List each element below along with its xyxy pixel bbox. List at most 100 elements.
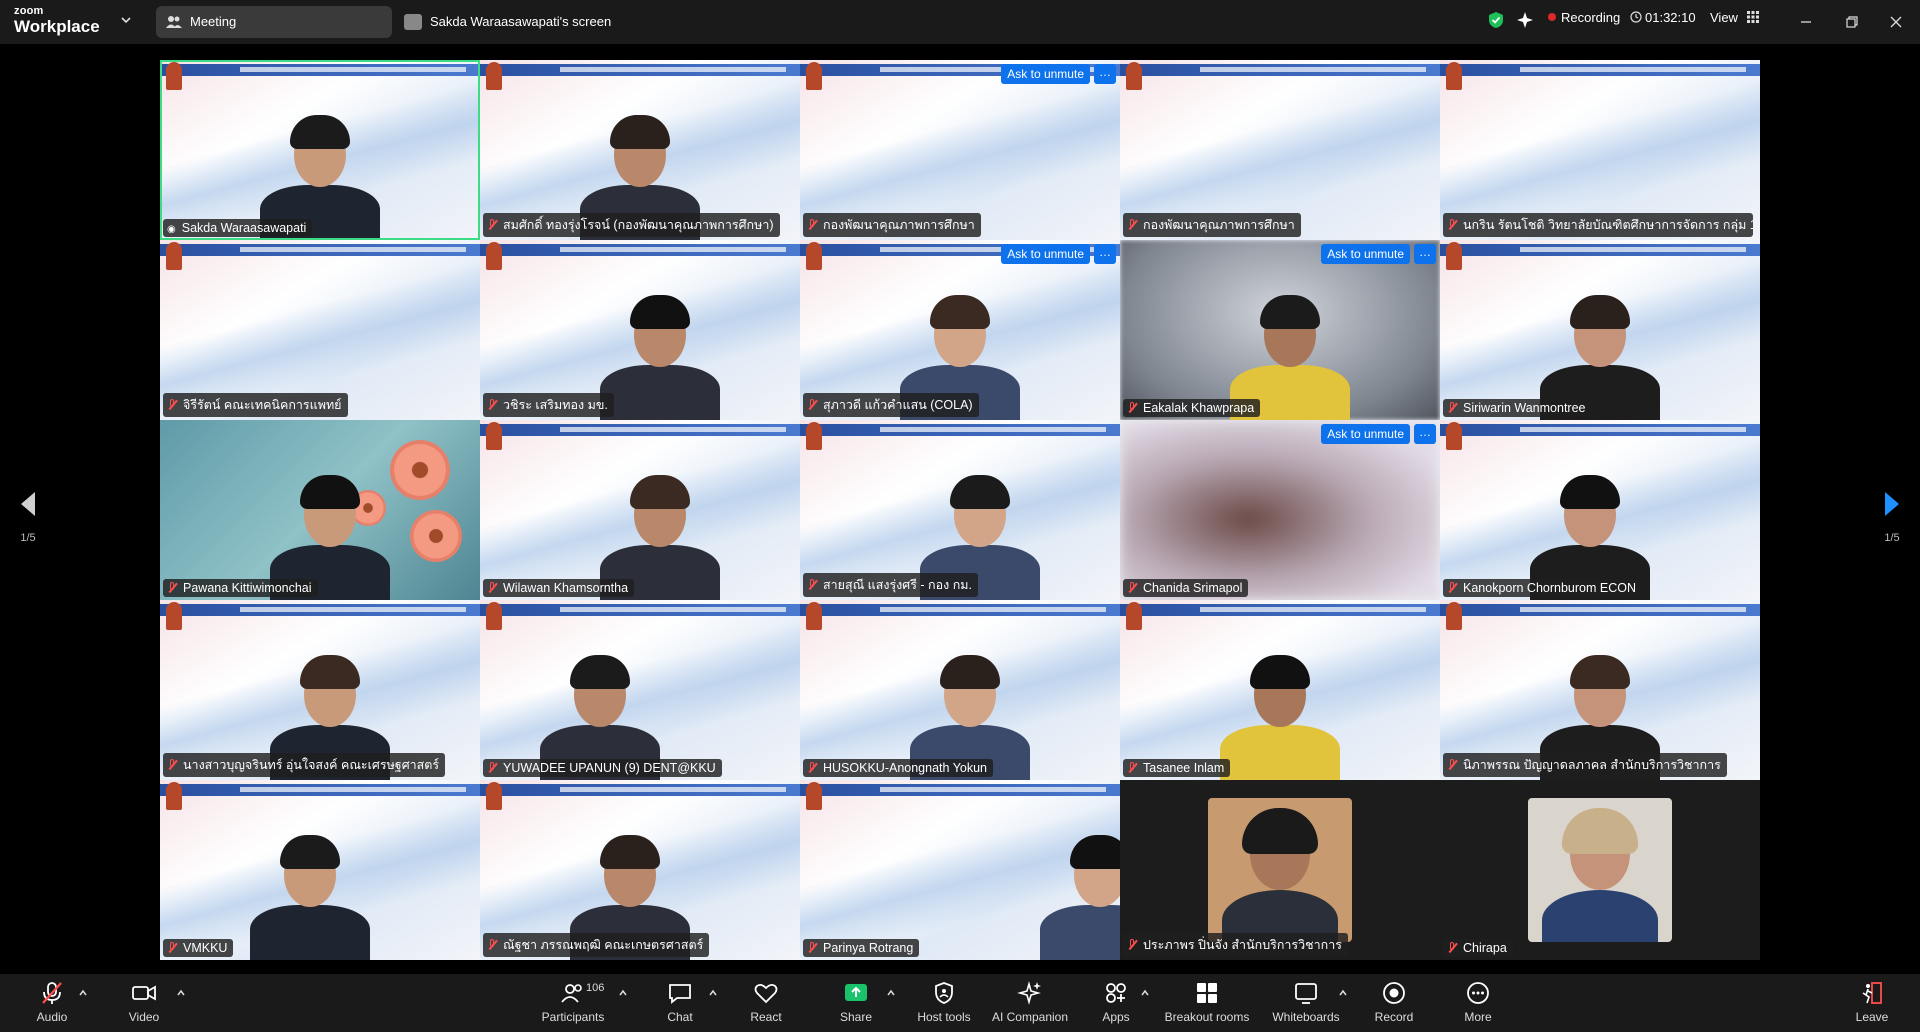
- participant-name: Tasanee Inlam: [1143, 761, 1225, 775]
- participant-name: นิภาพรรณ ปัญญาดลภาคล สำนักบริการวิชาการ: [1463, 758, 1721, 772]
- video-tile[interactable]: YUWADEE UPANUN (9) DENT@KKU: [480, 600, 800, 780]
- video-tile[interactable]: Pawana Kittiwimonchai: [160, 420, 480, 600]
- tile-more-options-icon[interactable]: …: [1094, 244, 1116, 264]
- recording-status[interactable]: Recording: [1548, 10, 1620, 30]
- video-tile[interactable]: Siriwarin Wanmontree: [1440, 240, 1760, 420]
- participant-video: [600, 295, 720, 420]
- ai-sparkle-icon[interactable]: [1516, 11, 1534, 29]
- tile-more-options-icon[interactable]: …: [1094, 64, 1116, 84]
- video-tile[interactable]: Ask to unmute… สุภาวดี แก้วคำแสน (COLA): [800, 240, 1120, 420]
- video-tile[interactable]: ประภาพร ปิ่นจัง สำนักบริการวิชาการ: [1120, 780, 1440, 960]
- host-tools-label: Host tools: [917, 1010, 971, 1024]
- participant-name-tag: Kanokporn Chornburom ECON: [1443, 579, 1642, 597]
- timer-value: 01:32:10: [1645, 10, 1696, 25]
- share-options-caret-icon[interactable]: [886, 988, 896, 998]
- video-tile[interactable]: HUSOKKU-Anongnath Yokun: [800, 600, 1120, 780]
- ai-companion-button[interactable]: AI Companion: [990, 980, 1070, 1024]
- video-tile[interactable]: Ask to unmute… Eakalak Khawprapa: [1120, 240, 1440, 420]
- host-tools-button[interactable]: Host tools: [914, 980, 974, 1024]
- video-tile[interactable]: ณัฐชา ภรรณพฤฒิ คณะเกษตรศาสตร์: [480, 780, 800, 960]
- participant-name: สุภาวดี แก้วคำแสน (COLA): [823, 398, 973, 412]
- video-tile[interactable]: Parinya Rotrang: [800, 780, 1120, 960]
- chevron-down-icon[interactable]: [120, 14, 132, 26]
- react-label: React: [750, 1010, 782, 1024]
- record-button[interactable]: Record: [1374, 980, 1414, 1024]
- apps-button[interactable]: Apps: [1098, 980, 1134, 1024]
- video-tile[interactable]: สมศักดิ์ ทองรุ่งโรจน์ (กองพัฒนาคุณภาพการ…: [480, 60, 800, 240]
- share-button[interactable]: Share: [836, 980, 876, 1024]
- video-tile[interactable]: Ask to unmute… Chanida Srimapol: [1120, 420, 1440, 600]
- view-button[interactable]: View: [1710, 10, 1759, 30]
- video-tile[interactable]: นิภาพรรณ ปัญญาดลภาคล สำนักบริการวิชาการ: [1440, 600, 1760, 780]
- audio-options-caret-icon[interactable]: [78, 988, 88, 998]
- breakout-rooms-button[interactable]: Breakout rooms: [1162, 980, 1252, 1024]
- breakout-rooms-icon: [1197, 983, 1217, 1003]
- participant-name: กองพัฒนาคุณภาพการศึกษา: [823, 218, 975, 232]
- tab-meeting[interactable]: Meeting: [156, 6, 392, 38]
- apps-options-caret-icon[interactable]: [1140, 988, 1150, 998]
- share-screen-icon: [845, 984, 867, 1001]
- participant-name-tag: Wilawan Khamsorntha: [483, 579, 635, 597]
- mic-muted-icon: [1127, 762, 1137, 774]
- whiteboard-icon: [1295, 983, 1317, 1004]
- chat-button[interactable]: Chat: [662, 980, 698, 1024]
- chat-options-caret-icon[interactable]: [708, 988, 718, 998]
- video-tile[interactable]: สายสุณี แสงรุ่งศรี - กอง กม.: [800, 420, 1120, 600]
- previous-page-button[interactable]: 1/5: [8, 490, 48, 544]
- participant-name-tag: HUSOKKU-Anongnath Yokun: [803, 759, 993, 777]
- zoom-workplace-logo[interactable]: zoom Workplace: [14, 6, 100, 36]
- ask-to-unmute-button[interactable]: Ask to unmute: [1001, 244, 1090, 264]
- mic-muted-icon: [487, 219, 497, 231]
- participant-name-tag: VMKKU: [163, 939, 234, 957]
- video-tile[interactable]: นกริน รัตนโชติ วิทยาลัยบัณฑิตศึกษาการจัด…: [1440, 60, 1760, 240]
- video-button[interactable]: Video: [126, 980, 162, 1024]
- video-camera-icon: [132, 985, 156, 1001]
- leave-button[interactable]: Leave: [1854, 980, 1890, 1024]
- next-page-button[interactable]: 1/5: [1872, 490, 1912, 544]
- video-tile[interactable]: กองพัฒนาคุณภาพการศึกษา: [1120, 60, 1440, 240]
- participant-name: จิรีรัตน์ คณะเทคนิคการแพทย์: [183, 398, 342, 412]
- ask-to-unmute-button[interactable]: Ask to unmute: [1321, 244, 1410, 264]
- video-tile[interactable]: Wilawan Khamsorntha: [480, 420, 800, 600]
- mic-muted-icon: [167, 942, 177, 954]
- tile-more-options-icon[interactable]: …: [1414, 244, 1436, 264]
- mic-muted-icon: [167, 759, 177, 771]
- arrow-left-icon: [21, 492, 35, 516]
- shield-check-icon[interactable]: [1488, 11, 1504, 29]
- mic-muted-icon: [1127, 219, 1137, 231]
- video-options-caret-icon[interactable]: [176, 988, 186, 998]
- leave-label: Leave: [1855, 1010, 1889, 1024]
- minimize-icon[interactable]: [1796, 12, 1816, 32]
- video-tile[interactable]: ◉ Sakda Waraasawapati: [160, 60, 480, 240]
- restore-icon[interactable]: [1842, 12, 1862, 32]
- participant-name: Chirapa: [1463, 941, 1507, 955]
- mic-muted-icon: [1447, 402, 1457, 414]
- video-tile[interactable]: VMKKU: [160, 780, 480, 960]
- video-tile[interactable]: Tasanee Inlam: [1120, 600, 1440, 780]
- participants-options-caret-icon[interactable]: [618, 988, 628, 998]
- participants-button[interactable]: Participants 106: [538, 980, 608, 1024]
- video-tile[interactable]: Ask to unmute… กองพัฒนาคุณภาพการศึกษา: [800, 60, 1120, 240]
- whiteboards-label: Whiteboards: [1272, 1010, 1340, 1024]
- audio-button[interactable]: Audio: [34, 980, 70, 1024]
- participant-name: วชิระ เสริมทอง มข.: [503, 398, 608, 412]
- react-button[interactable]: React: [746, 980, 786, 1024]
- video-tile[interactable]: จิรีรัตน์ คณะเทคนิคการแพทย์: [160, 240, 480, 420]
- video-tile[interactable]: นางสาวบุญจรินทร์ อุ่นใจสงค์ คณะเศรษฐศาสต…: [160, 600, 480, 780]
- video-tile[interactable]: วชิระ เสริมทอง มข.: [480, 240, 800, 420]
- whiteboards-options-caret-icon[interactable]: [1338, 988, 1348, 998]
- video-off-background: [1440, 780, 1760, 960]
- whiteboards-button[interactable]: Whiteboards: [1270, 980, 1342, 1024]
- ask-to-unmute-button[interactable]: Ask to unmute: [1001, 64, 1090, 84]
- meeting-toolbar: Audio Video Participants 106 Chat React …: [0, 974, 1920, 1032]
- tile-more-options-icon[interactable]: …: [1414, 424, 1436, 444]
- participant-name-tag: ณัฐชา ภรรณพฤฒิ คณะเกษตรศาสตร์: [483, 933, 710, 957]
- more-button[interactable]: More: [1458, 980, 1498, 1024]
- mic-muted-icon: [807, 579, 817, 591]
- video-tile[interactable]: Chirapa: [1440, 780, 1760, 960]
- participant-name-tag: จิรีรัตน์ คณะเทคนิคการแพทย์: [163, 393, 348, 417]
- apps-icon: [1106, 983, 1126, 1003]
- ask-to-unmute-button[interactable]: Ask to unmute: [1321, 424, 1410, 444]
- video-tile[interactable]: Kanokporn Chornburom ECON: [1440, 420, 1760, 600]
- close-icon[interactable]: [1886, 12, 1906, 32]
